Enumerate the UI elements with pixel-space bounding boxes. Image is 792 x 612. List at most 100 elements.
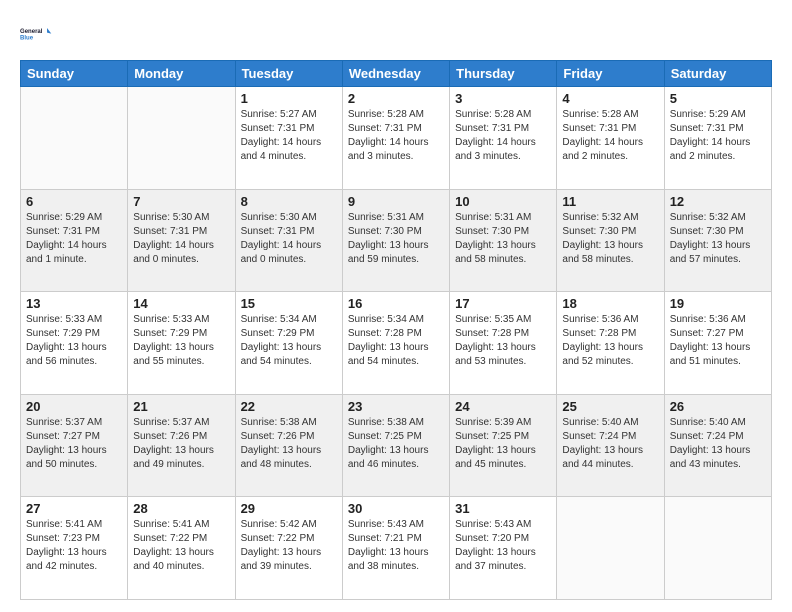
- day-info: Sunrise: 5:35 AM Sunset: 7:28 PM Dayligh…: [455, 313, 551, 369]
- day-info: Sunrise: 5:41 AM Sunset: 7:22 PM Dayligh…: [133, 518, 229, 574]
- day-info: Sunrise: 5:38 AM Sunset: 7:26 PM Dayligh…: [241, 416, 337, 472]
- day-number: 16: [348, 296, 444, 311]
- svg-text:Blue: Blue: [20, 35, 34, 41]
- calendar-cell: 22 Sunrise: 5:38 AM Sunset: 7:26 PM Dayli…: [235, 394, 342, 497]
- calendar-cell: 7 Sunrise: 5:30 AM Sunset: 7:31 PM Daylig…: [128, 189, 235, 292]
- day-number: 5: [670, 91, 766, 106]
- day-number: 29: [241, 501, 337, 516]
- calendar-cell: 16 Sunrise: 5:34 AM Sunset: 7:28 PM Dayli…: [342, 292, 449, 395]
- calendar-cell: 10 Sunrise: 5:31 AM Sunset: 7:30 PM Dayli…: [450, 189, 557, 292]
- day-info: Sunrise: 5:30 AM Sunset: 7:31 PM Dayligh…: [241, 211, 337, 267]
- day-info: Sunrise: 5:33 AM Sunset: 7:29 PM Dayligh…: [26, 313, 122, 369]
- day-info: Sunrise: 5:42 AM Sunset: 7:22 PM Dayligh…: [241, 518, 337, 574]
- day-number: 10: [455, 194, 551, 209]
- calendar-cell: 1 Sunrise: 5:27 AM Sunset: 7:31 PM Daylig…: [235, 87, 342, 190]
- day-info: Sunrise: 5:39 AM Sunset: 7:25 PM Dayligh…: [455, 416, 551, 472]
- weekday-header-monday: Monday: [128, 61, 235, 87]
- weekday-header-tuesday: Tuesday: [235, 61, 342, 87]
- day-info: Sunrise: 5:37 AM Sunset: 7:26 PM Dayligh…: [133, 416, 229, 472]
- day-info: Sunrise: 5:43 AM Sunset: 7:21 PM Dayligh…: [348, 518, 444, 574]
- day-number: 15: [241, 296, 337, 311]
- weekday-header-wednesday: Wednesday: [342, 61, 449, 87]
- calendar-cell: 29 Sunrise: 5:42 AM Sunset: 7:22 PM Dayli…: [235, 497, 342, 600]
- day-info: Sunrise: 5:40 AM Sunset: 7:24 PM Dayligh…: [562, 416, 658, 472]
- day-number: 6: [26, 194, 122, 209]
- weekday-header-sunday: Sunday: [21, 61, 128, 87]
- weekday-header-friday: Friday: [557, 61, 664, 87]
- calendar-cell: 19 Sunrise: 5:36 AM Sunset: 7:27 PM Dayli…: [664, 292, 771, 395]
- day-number: 18: [562, 296, 658, 311]
- calendar-cell: 5 Sunrise: 5:29 AM Sunset: 7:31 PM Daylig…: [664, 87, 771, 190]
- calendar-cell: 24 Sunrise: 5:39 AM Sunset: 7:25 PM Dayli…: [450, 394, 557, 497]
- day-info: Sunrise: 5:40 AM Sunset: 7:24 PM Dayligh…: [670, 416, 766, 472]
- day-number: 4: [562, 91, 658, 106]
- day-number: 24: [455, 399, 551, 414]
- logo: GeneralBlue: [20, 18, 54, 50]
- calendar-cell: 2 Sunrise: 5:28 AM Sunset: 7:31 PM Daylig…: [342, 87, 449, 190]
- day-number: 21: [133, 399, 229, 414]
- day-info: Sunrise: 5:31 AM Sunset: 7:30 PM Dayligh…: [348, 211, 444, 267]
- calendar-cell: 30 Sunrise: 5:43 AM Sunset: 7:21 PM Dayli…: [342, 497, 449, 600]
- day-info: Sunrise: 5:29 AM Sunset: 7:31 PM Dayligh…: [26, 211, 122, 267]
- day-info: Sunrise: 5:31 AM Sunset: 7:30 PM Dayligh…: [455, 211, 551, 267]
- day-info: Sunrise: 5:30 AM Sunset: 7:31 PM Dayligh…: [133, 211, 229, 267]
- calendar-cell: 28 Sunrise: 5:41 AM Sunset: 7:22 PM Dayli…: [128, 497, 235, 600]
- day-number: 1: [241, 91, 337, 106]
- day-number: 25: [562, 399, 658, 414]
- day-number: 28: [133, 501, 229, 516]
- calendar-cell: 21 Sunrise: 5:37 AM Sunset: 7:26 PM Dayli…: [128, 394, 235, 497]
- day-number: 11: [562, 194, 658, 209]
- day-number: 31: [455, 501, 551, 516]
- calendar-cell: 26 Sunrise: 5:40 AM Sunset: 7:24 PM Dayli…: [664, 394, 771, 497]
- day-info: Sunrise: 5:37 AM Sunset: 7:27 PM Dayligh…: [26, 416, 122, 472]
- calendar-cell: 9 Sunrise: 5:31 AM Sunset: 7:30 PM Daylig…: [342, 189, 449, 292]
- calendar-cell: 15 Sunrise: 5:34 AM Sunset: 7:29 PM Dayli…: [235, 292, 342, 395]
- calendar-cell: 4Sunrise: 5:28 AM Sunset: 7:31 PM Daylig…: [557, 87, 664, 190]
- day-number: 30: [348, 501, 444, 516]
- calendar-week-5: 27Sunrise: 5:41 AM Sunset: 7:23 PM Dayli…: [21, 497, 772, 600]
- day-number: 13: [26, 296, 122, 311]
- calendar-week-2: 6 Sunrise: 5:29 AM Sunset: 7:31 PM Daylig…: [21, 189, 772, 292]
- calendar-cell: 20 Sunrise: 5:37 AM Sunset: 7:27 PM Dayli…: [21, 394, 128, 497]
- calendar-cell: [664, 497, 771, 600]
- calendar-cell: 27Sunrise: 5:41 AM Sunset: 7:23 PM Dayli…: [21, 497, 128, 600]
- day-number: 17: [455, 296, 551, 311]
- calendar-cell: 17 Sunrise: 5:35 AM Sunset: 7:28 PM Dayli…: [450, 292, 557, 395]
- calendar-cell: 13 Sunrise: 5:33 AM Sunset: 7:29 PM Dayli…: [21, 292, 128, 395]
- day-number: 12: [670, 194, 766, 209]
- calendar-cell: [557, 497, 664, 600]
- day-number: 26: [670, 399, 766, 414]
- day-number: 14: [133, 296, 229, 311]
- calendar-cell: [128, 87, 235, 190]
- day-info: Sunrise: 5:29 AM Sunset: 7:31 PM Dayligh…: [670, 108, 766, 164]
- day-info: Sunrise: 5:28 AM Sunset: 7:31 PM Dayligh…: [348, 108, 444, 164]
- calendar-week-4: 20 Sunrise: 5:37 AM Sunset: 7:27 PM Dayli…: [21, 394, 772, 497]
- calendar-week-3: 13 Sunrise: 5:33 AM Sunset: 7:29 PM Dayli…: [21, 292, 772, 395]
- calendar-cell: 23Sunrise: 5:38 AM Sunset: 7:25 PM Dayli…: [342, 394, 449, 497]
- day-number: 8: [241, 194, 337, 209]
- calendar-table: SundayMondayTuesdayWednesdayThursdayFrid…: [20, 60, 772, 600]
- day-info: Sunrise: 5:34 AM Sunset: 7:28 PM Dayligh…: [348, 313, 444, 369]
- day-info: Sunrise: 5:36 AM Sunset: 7:28 PM Dayligh…: [562, 313, 658, 369]
- weekday-header-saturday: Saturday: [664, 61, 771, 87]
- day-number: 27: [26, 501, 122, 516]
- weekday-header-row: SundayMondayTuesdayWednesdayThursdayFrid…: [21, 61, 772, 87]
- day-number: 2: [348, 91, 444, 106]
- day-info: Sunrise: 5:38 AM Sunset: 7:25 PM Dayligh…: [348, 416, 444, 472]
- day-info: Sunrise: 5:28 AM Sunset: 7:31 PM Dayligh…: [455, 108, 551, 164]
- day-info: Sunrise: 5:36 AM Sunset: 7:27 PM Dayligh…: [670, 313, 766, 369]
- calendar-cell: 12Sunrise: 5:32 AM Sunset: 7:30 PM Dayli…: [664, 189, 771, 292]
- calendar-cell: 6 Sunrise: 5:29 AM Sunset: 7:31 PM Daylig…: [21, 189, 128, 292]
- day-number: 9: [348, 194, 444, 209]
- day-info: Sunrise: 5:34 AM Sunset: 7:29 PM Dayligh…: [241, 313, 337, 369]
- calendar-week-1: 1 Sunrise: 5:27 AM Sunset: 7:31 PM Daylig…: [21, 87, 772, 190]
- day-info: Sunrise: 5:32 AM Sunset: 7:30 PM Dayligh…: [562, 211, 658, 267]
- calendar-cell: [21, 87, 128, 190]
- day-info: Sunrise: 5:27 AM Sunset: 7:31 PM Dayligh…: [241, 108, 337, 164]
- day-info: Sunrise: 5:43 AM Sunset: 7:20 PM Dayligh…: [455, 518, 551, 574]
- day-number: 20: [26, 399, 122, 414]
- calendar-cell: 31 Sunrise: 5:43 AM Sunset: 7:20 PM Dayli…: [450, 497, 557, 600]
- day-number: 19: [670, 296, 766, 311]
- day-number: 22: [241, 399, 337, 414]
- day-number: 7: [133, 194, 229, 209]
